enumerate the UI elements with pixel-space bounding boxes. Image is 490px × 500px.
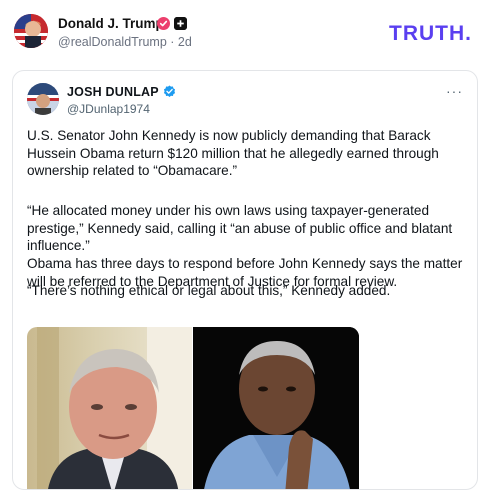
post-header: Donald J. Trump @realDonaldTrump · 2d TR… [14,14,476,54]
verified-badge-icon [157,17,170,30]
author-handle-line: @realDonaldTrump · 2d [58,35,192,49]
media-attachment[interactable] [27,327,359,489]
quoted-author-name[interactable]: JOSH DUNLAP [67,85,159,99]
quoted-post-card[interactable]: JOSH DUNLAP @JDunlap1974 ··· U.S. Senato… [12,70,478,490]
quoted-paragraph: “He allocated money under his own laws u… [27,203,453,254]
more-options-icon[interactable]: ··· [446,83,463,99]
quoted-paragraph: “There’s nothing ethical or legal about … [27,283,391,298]
truth-logo: TRUTH. [389,22,472,45]
quoted-paragraph: U.S. Senator John Kennedy is now publicl… [27,128,439,179]
post-age: 2d [177,35,192,49]
quoted-author-avatar[interactable] [27,83,59,115]
photo-obama[interactable] [193,327,359,489]
photo-kennedy[interactable] [27,327,192,489]
verified-check-icon [163,85,176,97]
plus-badge-icon [174,17,187,30]
author-name[interactable]: Donald J. Trump [58,16,164,31]
author-handle[interactable]: @realDonaldTrump [58,35,167,49]
author-avatar[interactable] [14,14,48,48]
quoted-author-handle[interactable]: @JDunlap1974 [67,102,150,116]
